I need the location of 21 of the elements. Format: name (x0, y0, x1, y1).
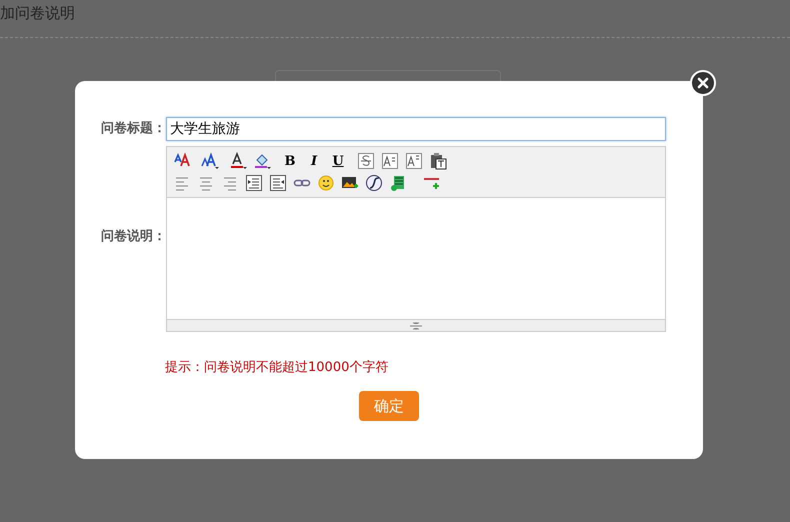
format-button[interactable]: U (329, 154, 347, 168)
subscript-icon[interactable] (405, 152, 423, 170)
strikethrough-icon[interactable] (357, 152, 375, 170)
format-button[interactable]: B (281, 154, 299, 168)
superscript-icon[interactable] (381, 152, 399, 170)
outdent-icon[interactable] (269, 174, 287, 192)
font-size-icon[interactable] (201, 152, 219, 170)
smiley-icon[interactable] (317, 174, 335, 192)
clipboard-icon[interactable] (429, 152, 447, 170)
title-input[interactable]: 大学生旅游 (166, 117, 666, 141)
resize-handle-icon[interactable] (409, 322, 423, 330)
field-label: 问卷标题： (100, 120, 166, 138)
close-button[interactable] (690, 70, 716, 96)
hint-text: 提示：问卷说明不能超过10000个字符 (165, 359, 390, 377)
text-color-icon[interactable] (229, 152, 247, 170)
page-title: 加问卷说明 (0, 3, 75, 24)
close-icon (697, 77, 709, 89)
field-label: 问卷说明： (100, 228, 166, 246)
paint-bucket-icon[interactable] (253, 152, 271, 170)
format-button[interactable]: I (305, 154, 323, 168)
indent-icon[interactable] (245, 174, 263, 192)
